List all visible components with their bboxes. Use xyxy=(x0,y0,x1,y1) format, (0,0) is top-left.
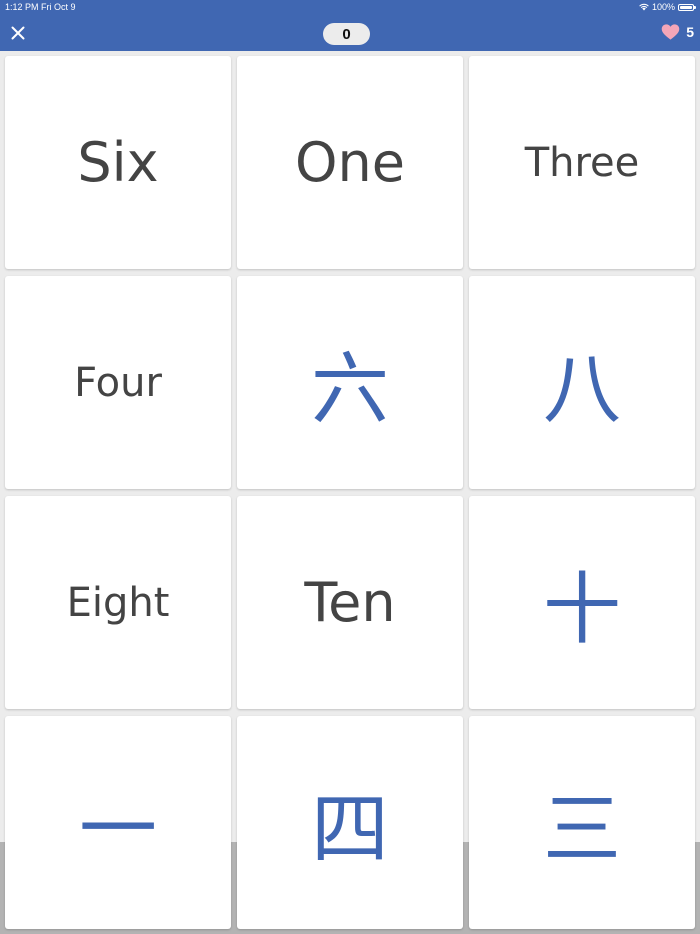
answer-card[interactable]: Ten xyxy=(237,496,463,709)
answer-card[interactable]: 三 xyxy=(469,716,695,929)
card-label: 六 xyxy=(310,344,389,435)
answer-card[interactable]: Three xyxy=(469,56,695,269)
wifi-icon xyxy=(639,3,649,11)
card-label: One xyxy=(295,131,405,194)
answer-card[interactable]: 八 xyxy=(469,276,695,489)
top-bar: 1:12 PM Fri Oct 9 100% 0 5 xyxy=(0,0,700,51)
answer-card[interactable]: Eight xyxy=(5,496,231,709)
card-grid: Six One Three Four 六 八 Eight Ten 十 一 四 三 xyxy=(5,56,695,929)
card-label: 四 xyxy=(310,784,389,875)
answer-card[interactable]: 十 xyxy=(469,496,695,709)
answer-card[interactable]: 一 xyxy=(5,716,231,929)
lives-count: 5 xyxy=(686,24,694,40)
card-label: 十 xyxy=(542,564,621,655)
card-label: 一 xyxy=(78,784,157,875)
status-bar: 1:12 PM Fri Oct 9 100% xyxy=(0,0,700,14)
status-time: 1:12 PM xyxy=(5,2,39,12)
card-label: Three xyxy=(524,139,640,186)
answer-card[interactable]: Six xyxy=(5,56,231,269)
status-date: Fri Oct 9 xyxy=(41,2,76,12)
heart-icon xyxy=(661,24,680,40)
card-label: Ten xyxy=(304,571,396,634)
answer-card[interactable]: Four xyxy=(5,276,231,489)
score-badge: 0 xyxy=(323,23,370,45)
status-right: 100% xyxy=(639,2,696,12)
card-label: Six xyxy=(77,131,159,194)
answer-card[interactable]: 四 xyxy=(237,716,463,929)
close-button[interactable] xyxy=(8,23,28,43)
answer-card[interactable]: 六 xyxy=(237,276,463,489)
card-label: 三 xyxy=(542,784,621,875)
card-label: Four xyxy=(74,359,162,406)
card-label: 八 xyxy=(542,344,621,435)
battery-icon xyxy=(678,3,696,11)
battery-percent: 100% xyxy=(651,2,675,12)
answer-card[interactable]: One xyxy=(237,56,463,269)
close-icon xyxy=(11,26,25,40)
card-label: Eight xyxy=(66,579,170,626)
lives-counter: 5 xyxy=(661,24,694,40)
